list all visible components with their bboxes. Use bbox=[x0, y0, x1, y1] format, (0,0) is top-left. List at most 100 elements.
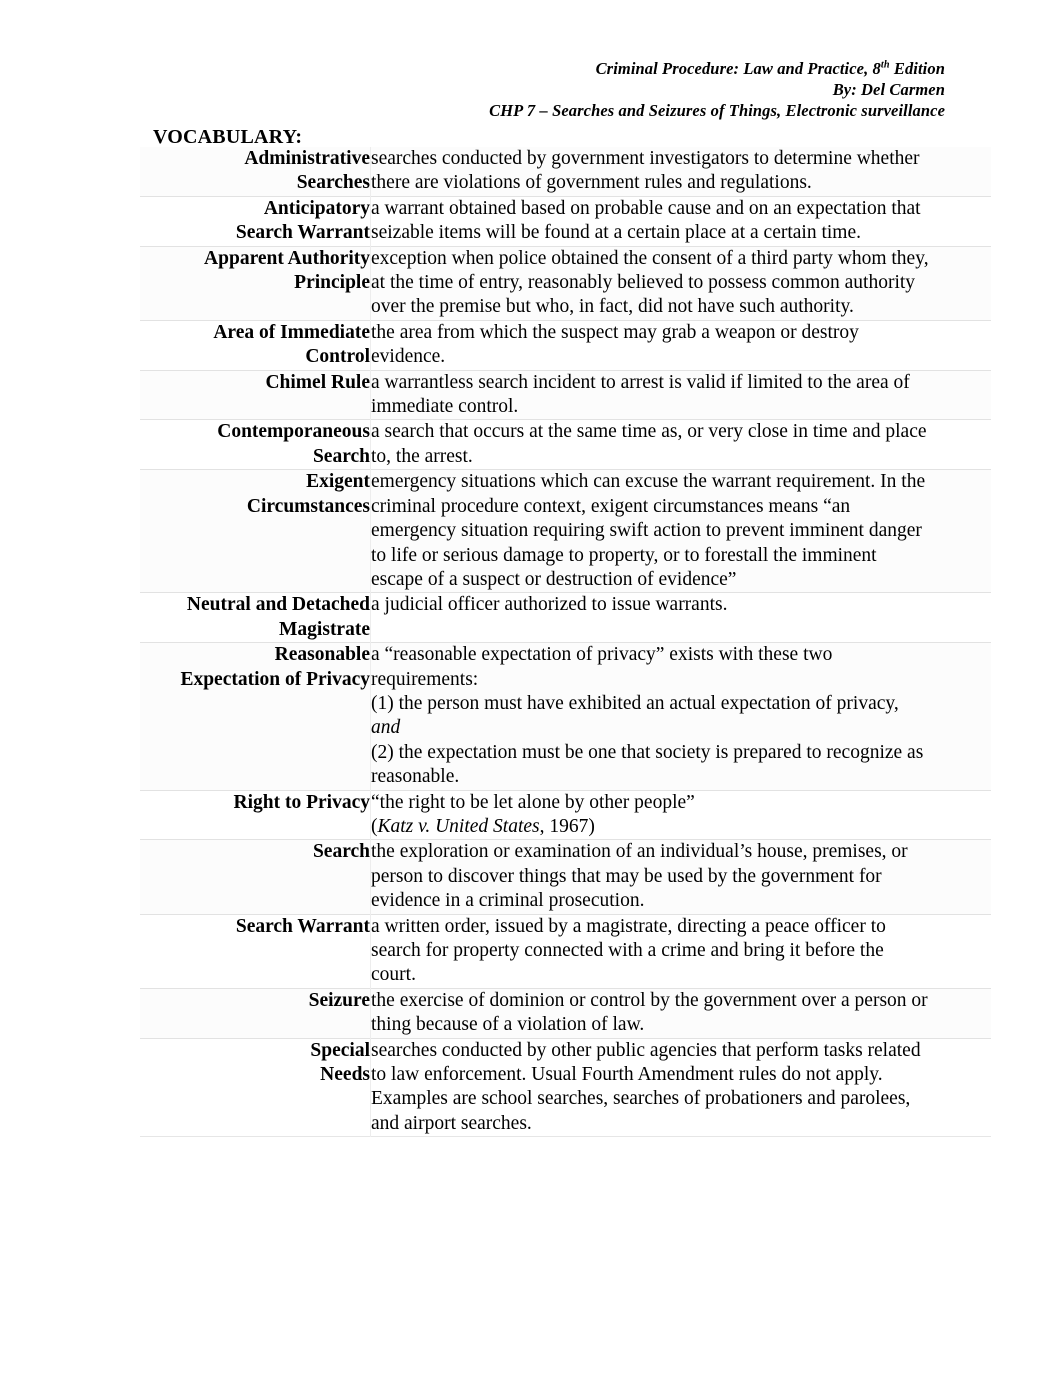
vocabulary-definition-cell: searches conducted by other public agenc… bbox=[370, 1038, 991, 1137]
vocabulary-term-line: Searches bbox=[296, 172, 370, 194]
plain-text: emergency situation requiring swift acti… bbox=[371, 520, 922, 542]
vocabulary-definition-cell: the exploration or examination of an ind… bbox=[370, 839, 991, 915]
vocabulary-definition-line: person to discover things that may be us… bbox=[371, 865, 991, 889]
vocabulary-definition-line: searches conducted by government investi… bbox=[371, 147, 991, 171]
vocabulary-definition-line: “the right to be let alone by other peop… bbox=[371, 791, 991, 815]
vocabulary-definition-cell: a search that occurs at the same time as… bbox=[370, 419, 991, 470]
table-row: Chimel Rule a warrantless search incident… bbox=[140, 370, 991, 420]
vocabulary-definition-cell: a “reasonable expectation of privacy” ex… bbox=[370, 642, 991, 791]
vocabulary-definition-line: searches conducted by other public agenc… bbox=[371, 1039, 991, 1063]
plain-text: “the right to be let alone by other peop… bbox=[371, 791, 695, 813]
vocabulary-definition-cell: exception when police obtained the conse… bbox=[370, 246, 991, 321]
vocabulary-term-line: Special bbox=[310, 1039, 370, 1061]
vocabulary-definition-cell: the exercise of dominion or control by t… bbox=[370, 988, 991, 1039]
vocabulary-definition-line: (Katz v. United States, 1967) bbox=[371, 815, 991, 839]
vocabulary-definition-line: search for property connected with a cri… bbox=[371, 939, 991, 963]
plain-text: Examples are school searches, searches o… bbox=[371, 1088, 911, 1110]
table-row: Search Warrant a written order, issued by… bbox=[140, 914, 991, 989]
vocabulary-definition-line: exception when police obtained the conse… bbox=[371, 247, 991, 271]
vocabulary-definition-line: to law enforcement. Usual Fourth Amendme… bbox=[371, 1063, 991, 1087]
header-title-suffix: Edition bbox=[889, 59, 945, 78]
plain-text: immediate control. bbox=[371, 396, 519, 418]
vocabulary-term-line: Chimel Rule bbox=[265, 371, 370, 393]
vocabulary-term-cell: Neutral and Detached Magistrate bbox=[140, 592, 371, 643]
table-row: Apparent Authority Principle exception whe… bbox=[140, 246, 991, 321]
vocabulary-definition-cell: “the right to be let alone by other peop… bbox=[370, 790, 991, 840]
vocabulary-definition-line: over the premise but who, in fact, did n… bbox=[371, 295, 991, 319]
vocabulary-definition-line: evidence. bbox=[371, 345, 991, 369]
header-title-prefix: Criminal Procedure: Law and Practice, 8 bbox=[595, 59, 881, 78]
vocabulary-term-cell: Apparent Authority Principle bbox=[140, 246, 371, 321]
vocabulary-term-cell: Seizure bbox=[140, 988, 371, 1039]
vocabulary-term-line: Right to Privacy bbox=[233, 791, 370, 813]
vocabulary-term-line: Seizure bbox=[308, 989, 370, 1011]
plain-text: over the premise but who, in fact, did n… bbox=[371, 296, 854, 318]
header-line-author: By: Del Carmen bbox=[832, 80, 945, 99]
vocabulary-definition-cell: a warrant obtained based on probable cau… bbox=[370, 196, 991, 247]
plain-text: a judicial officer authorized to issue w… bbox=[371, 594, 728, 616]
plain-text: thing because of a violation of law. bbox=[371, 1014, 645, 1036]
table-row: Contemporaneous Search a search that occur… bbox=[140, 419, 991, 470]
vocabulary-term-cell: Chimel Rule bbox=[140, 370, 371, 420]
vocabulary-term-cell: Anticipatory Search Warrant bbox=[140, 196, 371, 247]
vocabulary-term-line: Principle bbox=[294, 272, 370, 294]
table-row: Exigent Circumstances emergency situations… bbox=[140, 469, 991, 593]
vocabulary-definition-line: thing because of a violation of law. bbox=[371, 1013, 991, 1037]
vocabulary-definition-line: evidence in a criminal prosecution. bbox=[371, 889, 991, 913]
plain-text: , 1967) bbox=[539, 815, 595, 837]
italic-text: and bbox=[371, 717, 401, 739]
plain-text: emergency situations which can excuse th… bbox=[371, 471, 926, 493]
vocabulary-term-line: Magistrate bbox=[279, 618, 370, 640]
vocabulary-term-cell: Reasonable Expectation of Privacy bbox=[140, 642, 371, 791]
table-row: Administrative Searches searches conducted… bbox=[140, 147, 991, 197]
vocabulary-definition-line: the exploration or examination of an ind… bbox=[371, 840, 991, 864]
vocabulary-definition-line: seizable items will be found at a certai… bbox=[371, 221, 991, 245]
table-row: Neutral and Detached Magistrate a judicial… bbox=[140, 592, 991, 643]
italic-text: Katz v. United States bbox=[377, 815, 540, 837]
vocabulary-term-cell: Administrative Searches bbox=[140, 147, 371, 197]
vocabulary-term-line: Neutral and Detached bbox=[186, 594, 370, 616]
document-header: Criminal Procedure: Law and Practice, 8t… bbox=[0, 58, 945, 121]
table-row: Area of Immediate Control the area from wh… bbox=[140, 320, 991, 371]
vocabulary-definition-line: emergency situations which can excuse th… bbox=[371, 470, 991, 494]
vocabulary-term-cell: Search Warrant bbox=[140, 914, 371, 989]
table-row: Anticipatory Search Warrant a warrant obta… bbox=[140, 196, 991, 247]
header-edition-ordinal: th bbox=[880, 59, 890, 71]
vocabulary-definition-line: escape of a suspect or destruction of ev… bbox=[371, 568, 991, 592]
vocabulary-definition-line: a warrant obtained based on probable cau… bbox=[371, 197, 991, 221]
plain-text: evidence. bbox=[371, 346, 446, 368]
vocabulary-term-line: Search Warrant bbox=[235, 222, 370, 244]
plain-text: escape of a suspect or destruction of ev… bbox=[371, 568, 737, 590]
vocabulary-definition-line: a warrantless search incident to arrest … bbox=[371, 371, 991, 395]
vocabulary-definition-line: criminal procedure context, exigent circ… bbox=[371, 495, 991, 519]
plain-text: reasonable. bbox=[371, 766, 460, 788]
plain-text: a “reasonable expectation of privacy” ex… bbox=[371, 644, 833, 666]
header-line-chapter: CHP 7 – Searches and Seizures of Things,… bbox=[489, 101, 945, 120]
table-row: Right to Privacy “the right to be let alo… bbox=[140, 790, 991, 840]
vocabulary-definition-line: reasonable. bbox=[371, 765, 991, 789]
vocabulary-term-cell: Area of Immediate Control bbox=[140, 320, 371, 371]
vocabulary-definition-cell: the area from which the suspect may grab… bbox=[370, 320, 991, 371]
vocabulary-definition-line: to life or serious damage to property, o… bbox=[371, 544, 991, 568]
page-title: VOCABULARY: bbox=[153, 126, 303, 148]
plain-text: the exploration or examination of an ind… bbox=[371, 841, 908, 863]
vocabulary-term-line: Search bbox=[312, 841, 370, 863]
plain-text: person to discover things that may be us… bbox=[371, 865, 882, 887]
vocabulary-term-line: Reasonable bbox=[274, 644, 370, 666]
plain-text: the area from which the suspect may grab… bbox=[371, 321, 859, 343]
vocabulary-definition-cell: emergency situations which can excuse th… bbox=[370, 469, 991, 593]
plain-text: requirements: bbox=[371, 668, 479, 690]
plain-text: a warrant obtained based on probable cau… bbox=[371, 197, 921, 219]
vocabulary-term-line: Administrative bbox=[244, 148, 370, 169]
vocabulary-definition-line: and airport searches. bbox=[371, 1112, 991, 1136]
vocabulary-term-line: Circumstances bbox=[246, 495, 370, 517]
vocabulary-term-line: Contemporaneous bbox=[217, 421, 370, 443]
vocabulary-definition-line: court. bbox=[371, 963, 991, 987]
vocabulary-definition-line: to, the arrest. bbox=[371, 445, 991, 469]
vocabulary-definition-line: immediate control. bbox=[371, 395, 991, 419]
table-row: Special Needs searches conducted by other … bbox=[140, 1038, 991, 1137]
vocabulary-term-line: Exigent bbox=[306, 471, 370, 493]
plain-text: the exercise of dominion or control by t… bbox=[371, 989, 928, 1011]
plain-text: a warrantless search incident to arrest … bbox=[371, 371, 910, 393]
vocabulary-definition-line: emergency situation requiring swift acti… bbox=[371, 519, 991, 543]
